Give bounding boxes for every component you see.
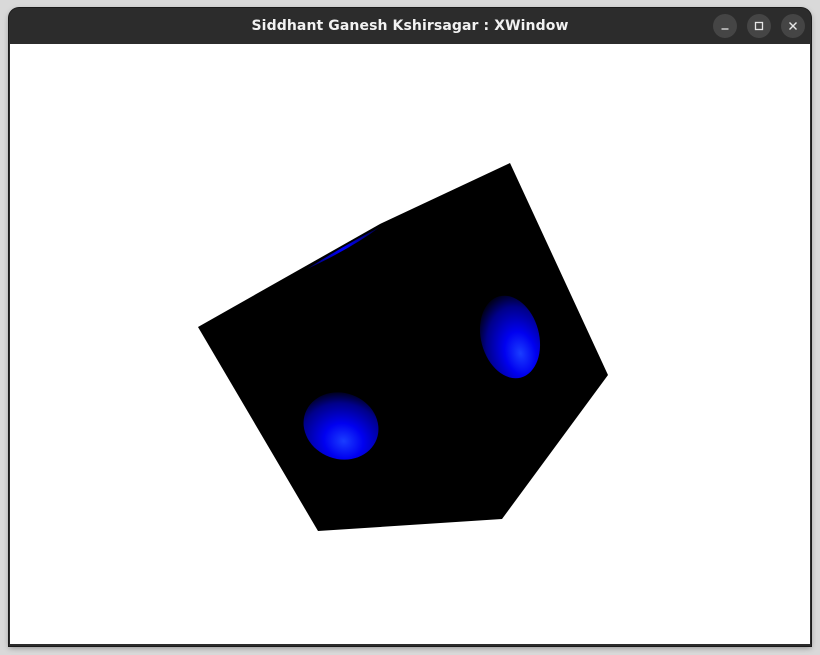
render-canvas[interactable] [10,44,810,644]
minimize-button[interactable] [713,14,737,38]
scene-svg [198,163,608,531]
window-title: Siddhant Ganesh Kshirsagar : XWindow [251,18,569,34]
app-window: Siddhant Ganesh Kshirsagar : XWindow [9,8,811,646]
window-controls [713,14,805,38]
maximize-icon [754,21,764,31]
cube-face [198,163,608,531]
close-icon [788,21,798,31]
minimize-icon [720,21,730,31]
close-button[interactable] [781,14,805,38]
title-bar[interactable]: Siddhant Ganesh Kshirsagar : XWindow [9,8,811,44]
maximize-button[interactable] [747,14,771,38]
